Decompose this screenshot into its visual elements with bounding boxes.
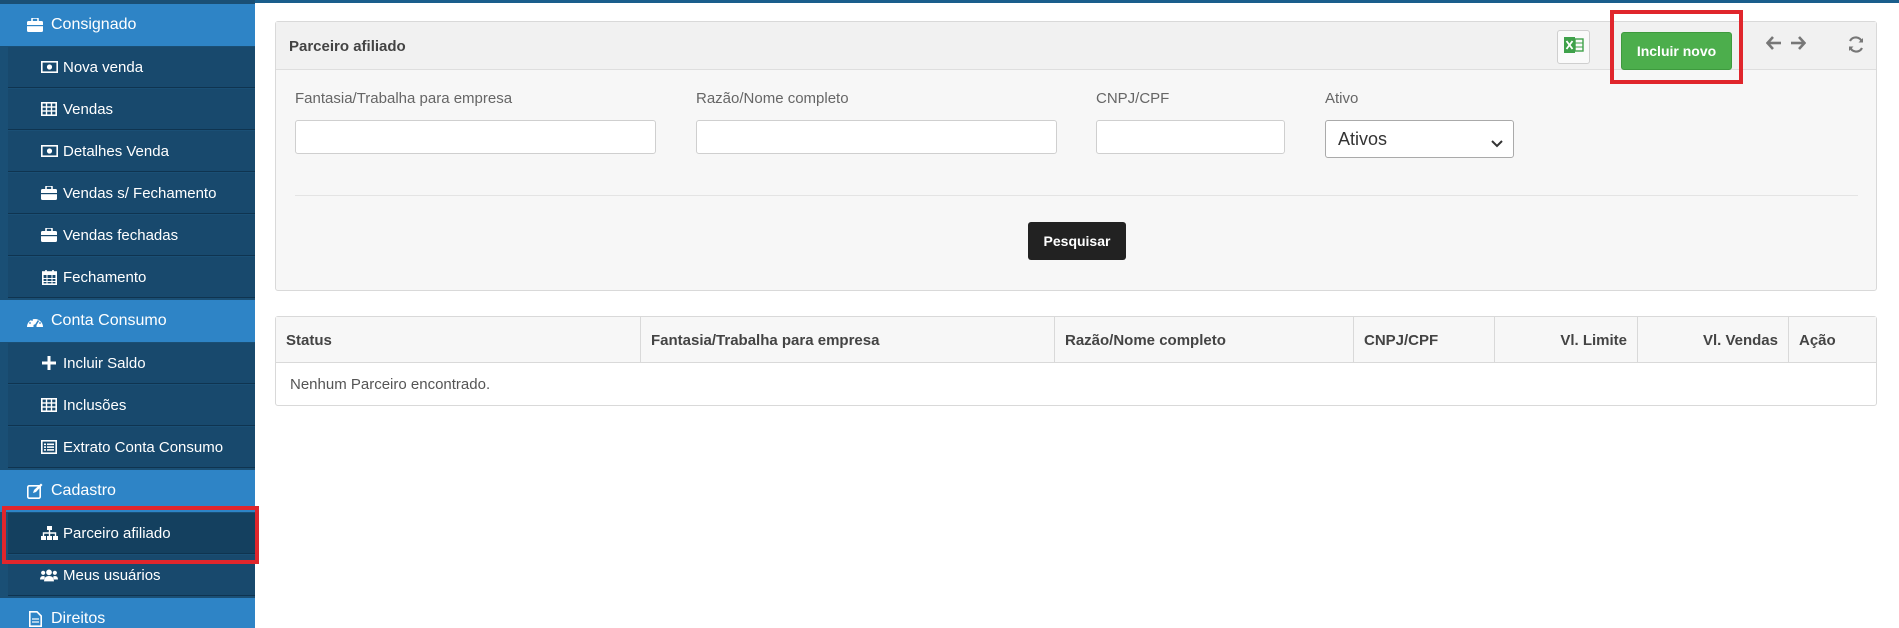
calendar-icon xyxy=(40,269,58,285)
arrow-right-icon[interactable] xyxy=(1790,36,1807,54)
list-icon xyxy=(40,439,58,455)
sidebar-item-label: Vendas xyxy=(63,100,114,118)
table-header: Status Fantasia/Trabalha para empresa Ra… xyxy=(276,317,1876,363)
briefcase-icon xyxy=(40,185,58,201)
briefcase-icon xyxy=(26,17,44,33)
column-header-razao[interactable]: Razão/Nome completo xyxy=(1055,317,1354,363)
briefcase-icon xyxy=(40,227,58,243)
navigation-arrows xyxy=(1765,36,1807,54)
search-button[interactable]: Pesquisar xyxy=(1028,222,1126,260)
ativo-select-value: Ativos xyxy=(1338,128,1388,149)
sidebar-item-label: Vendas s/ Fechamento xyxy=(63,184,217,202)
ativo-label: Ativo xyxy=(1325,90,1359,107)
column-header-status[interactable]: Status xyxy=(276,317,641,363)
sidebar-item-vendas[interactable]: Vendas xyxy=(8,89,255,130)
money-icon xyxy=(40,59,58,75)
sidebar-item-label: Nova venda xyxy=(63,58,144,76)
sidebar-item-vendas-fechadas[interactable]: Vendas fechadas xyxy=(8,215,255,256)
sidebar-item-incluir-saldo[interactable]: Incluir Saldo xyxy=(8,343,255,384)
sidebar-section-cadastro[interactable]: Cadastro xyxy=(0,470,255,512)
cnpj-input[interactable] xyxy=(1096,120,1285,154)
edit-icon xyxy=(26,483,44,499)
excel-icon xyxy=(1563,35,1584,59)
sidebar-item-label: Inclusões xyxy=(63,396,127,414)
sidebar-item-fechamento[interactable]: Fechamento xyxy=(8,257,255,298)
sidebar-item-meus-usuarios[interactable]: Meus usuários xyxy=(8,555,255,596)
sidebar-item-inclusoes[interactable]: Inclusões xyxy=(8,385,255,426)
users-icon xyxy=(40,567,58,583)
ativo-select[interactable]: Ativos xyxy=(1325,120,1514,158)
sidebar-item-extrato-conta-consumo[interactable]: Extrato Conta Consumo xyxy=(8,427,255,468)
fantasia-label: Fantasia/Trabalha para empresa xyxy=(295,90,513,107)
sidebar-section-consignado[interactable]: Consignado xyxy=(0,4,255,46)
sidebar-section-label: Cadastro xyxy=(51,482,116,499)
sidebar-item-nova-venda[interactable]: Nova venda xyxy=(8,47,255,88)
razao-label: Razão/Nome completo xyxy=(696,90,849,107)
sidebar-section-direitos[interactable]: Direitos xyxy=(0,598,255,628)
dashboard-icon xyxy=(26,313,44,329)
sidebar-item-label: Fechamento xyxy=(63,268,147,286)
sidebar-item-vendas-sem-fechamento[interactable]: Vendas s/ Fechamento xyxy=(8,173,255,214)
panel-title: Parceiro afiliado xyxy=(289,38,406,55)
table-icon xyxy=(40,397,58,413)
refresh-icon[interactable] xyxy=(1847,36,1865,57)
sidebar-section-label: Direitos xyxy=(51,610,106,627)
sidebar: Consignado Nova venda Vendas Detalhes Ve… xyxy=(0,0,255,628)
top-accent-line xyxy=(255,0,1899,3)
table-icon xyxy=(40,101,58,117)
column-header-cnpj[interactable]: CNPJ/CPF xyxy=(1354,317,1495,363)
plus-icon xyxy=(40,355,58,371)
money-icon xyxy=(40,143,58,159)
cnpj-label: CNPJ/CPF xyxy=(1096,90,1170,107)
results-table: Status Fantasia/Trabalha para empresa Ra… xyxy=(275,316,1877,406)
panel-divider xyxy=(295,195,1858,196)
sidebar-item-label: Incluir Saldo xyxy=(63,354,146,372)
sidebar-item-label: Vendas fechadas xyxy=(63,226,179,244)
panel-header: Parceiro afiliado Incluir novo xyxy=(276,22,1876,70)
sidebar-section-label: Consignado xyxy=(51,16,137,33)
sidebar-item-label: Detalhes Venda xyxy=(63,142,169,160)
file-icon xyxy=(26,611,44,627)
sidebar-section-conta-consumo[interactable]: Conta Consumo xyxy=(0,300,255,342)
chevron-down-icon xyxy=(1491,132,1503,153)
filter-panel: Parceiro afiliado Incluir novo Fantasia/… xyxy=(275,21,1877,291)
sidebar-item-detalhes-venda[interactable]: Detalhes Venda xyxy=(8,131,255,172)
fantasia-input[interactable] xyxy=(295,120,656,154)
sidebar-item-label: Parceiro afiliado xyxy=(63,524,171,542)
column-header-vl-limite[interactable]: Vl. Limite xyxy=(1495,317,1638,363)
add-new-button[interactable]: Incluir novo xyxy=(1621,32,1732,70)
column-header-acao: Ação xyxy=(1799,331,1836,349)
sidebar-item-label: Extrato Conta Consumo xyxy=(63,438,224,456)
column-header-vl-vendas[interactable]: Vl. Vendas xyxy=(1638,317,1789,363)
sidebar-item-parceiro-afiliado[interactable]: Parceiro afiliado xyxy=(8,513,255,554)
sitemap-icon xyxy=(40,525,58,541)
excel-export-button[interactable] xyxy=(1557,30,1590,64)
empty-table-message: Nenhum Parceiro encontrado. xyxy=(290,376,491,393)
arrow-left-icon[interactable] xyxy=(1765,36,1782,54)
sidebar-item-label: Meus usuários xyxy=(63,566,161,584)
sidebar-section-label: Conta Consumo xyxy=(51,312,167,329)
column-header-fantasia[interactable]: Fantasia/Trabalha para empresa xyxy=(641,317,1055,363)
razao-input[interactable] xyxy=(696,120,1057,154)
